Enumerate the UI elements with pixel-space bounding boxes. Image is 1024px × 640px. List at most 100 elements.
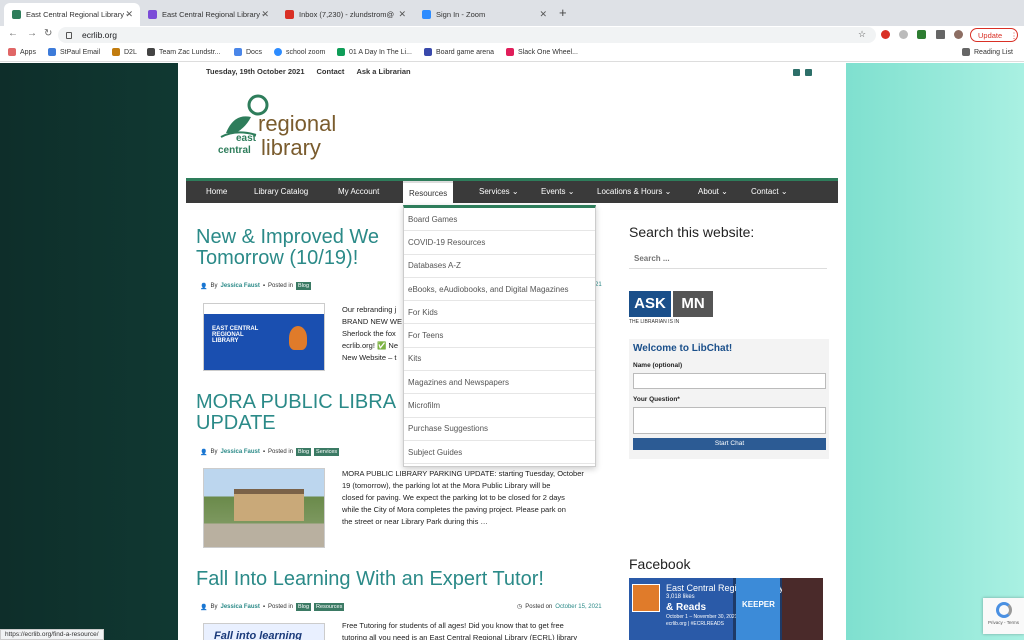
post-title-line: UPDATE [196, 412, 276, 434]
more-vert-icon: ⋮ [1010, 30, 1018, 40]
resources-dropdown-menu: Board Games COVID-19 Resources Databases… [403, 205, 596, 467]
tag-blog[interactable]: Blog [296, 448, 312, 456]
zoom-favicon-icon [422, 10, 431, 19]
reload-icon[interactable]: ↻ [44, 28, 52, 39]
post-thumbnail-3[interactable]: Fall into learning [203, 623, 325, 640]
menu-item-microfilm[interactable]: Microfilm [404, 394, 595, 418]
reading-list[interactable]: Reading List [962, 48, 1013, 56]
thumb-heading: EAST CENTRAL REGIONAL LIBRARY [212, 326, 259, 344]
close-tab-icon[interactable]: ✕ [539, 9, 547, 20]
extensions-puzzle-icon[interactable] [936, 30, 945, 39]
slack-icon [506, 48, 514, 56]
tab-gmail[interactable]: Inbox (7,230) - zlundstrom@ ✕ [277, 3, 413, 26]
post-date-partial[interactable]: 21 [595, 282, 602, 288]
nav-locations-hours[interactable]: Locations & Hours ⌄ [597, 187, 671, 196]
tag-resources[interactable]: Resources [314, 603, 345, 611]
menu-item-magazines[interactable]: Magazines and Newspapers [404, 371, 595, 395]
close-tab-icon[interactable]: ✕ [125, 9, 133, 20]
nav-events[interactable]: Events ⌄ [541, 187, 574, 196]
nav-resources[interactable]: Resources [403, 181, 454, 203]
post-title-line: Fall Into Learning With an Expert Tutor! [196, 568, 544, 590]
facebook-icon[interactable] [793, 69, 800, 76]
bookmark-star-icon[interactable]: ☆ [858, 29, 866, 40]
back-arrow-icon[interactable]: ← [8, 28, 18, 39]
outlook-icon [48, 48, 56, 56]
menu-item-databases[interactable]: Databases A-Z [404, 255, 595, 278]
nav-home[interactable]: Home [206, 187, 227, 196]
bookmark-d2l[interactable]: D2L [112, 48, 137, 56]
menu-item-covid-resources[interactable]: COVID-19 Resources [404, 231, 595, 255]
user-icon: 👤 [200, 283, 208, 290]
nav-locations-label: Locations & Hours [597, 187, 663, 196]
question-textarea[interactable] [633, 407, 826, 434]
post-author[interactable]: Jessica Faust [221, 449, 260, 455]
twitter-icon[interactable] [805, 69, 812, 76]
chevron-down-icon: ⌄ [721, 187, 728, 196]
post-date-3: ◷ Posted on October 15, 2021 [517, 603, 602, 611]
bookmark-docs[interactable]: Docs [234, 48, 262, 56]
menu-item-for-teens[interactable]: For Teens [404, 324, 595, 348]
extension-green-icon[interactable] [917, 30, 926, 39]
recaptcha-badge[interactable]: Privacy - Terms [983, 598, 1024, 634]
facebook-widget[interactable]: East Central Regional Library 3,018 like… [629, 578, 823, 640]
nav-contact[interactable]: Contact ⌄ [751, 187, 788, 196]
contact-link[interactable]: Contact [317, 67, 345, 76]
post-title-1[interactable]: New & Improved We Tomorrow (10/19)! [196, 227, 379, 269]
tab-ecrl-active[interactable]: East Central Regional Library - ✕ [4, 3, 140, 26]
bookmark-school-zoom[interactable]: school zoom [274, 48, 325, 56]
extension-grey-icon[interactable] [899, 30, 908, 39]
search-input[interactable] [629, 249, 827, 269]
forward-arrow-icon[interactable]: → [27, 28, 37, 39]
tag-blog[interactable]: Blog [296, 282, 312, 290]
bookmark-team-zac[interactable]: Team Zac Lundstr... [147, 48, 220, 56]
menu-item-subject-guides[interactable]: Subject Guides [404, 441, 595, 465]
post-author[interactable]: Jessica Faust [221, 283, 260, 289]
bookmark-day-in-life[interactable]: 01 A Day In The Li... [337, 48, 412, 56]
start-chat-button[interactable]: Start Chat [633, 438, 826, 450]
post-thumbnail-2[interactable] [203, 468, 325, 548]
bookmark-stpaul-email[interactable]: StPaul Email [48, 48, 100, 56]
ask-librarian-link[interactable]: Ask a Librarian [356, 67, 410, 76]
askmn-mn: MN [673, 291, 713, 317]
nav-about[interactable]: About ⌄ [698, 187, 728, 196]
nav-services[interactable]: Services ⌄ [479, 187, 519, 196]
tab-ecrl-2[interactable]: East Central Regional Library - ✕ [140, 3, 276, 26]
nav-library-catalog[interactable]: Library Catalog [254, 187, 308, 196]
excerpt-line: Sherlock the fox [342, 329, 396, 338]
post-title-2[interactable]: MORA PUBLIC LIBRA UPDATE [196, 392, 396, 434]
tag-blog[interactable]: Blog [296, 603, 312, 611]
menu-item-ebooks[interactable]: eBooks, eAudiobooks, and Digital Magazin… [404, 278, 595, 302]
menu-item-kits[interactable]: Kits [404, 348, 595, 372]
post-author[interactable]: Jessica Faust [221, 604, 260, 610]
post-meta-2: 👤 By Jessica Faust ▪ Posted in Blog Servic… [200, 448, 340, 456]
profile-avatar[interactable] [954, 30, 963, 39]
excerpt-line: Free Tutoring for students of all ages! … [342, 621, 564, 630]
new-tab-icon[interactable]: + [559, 5, 567, 20]
tag-services[interactable]: Services [314, 448, 340, 456]
askmn-logo[interactable]: ASK MN THE LIBRARIAN IS IN [629, 285, 713, 327]
logo-library: library [261, 135, 321, 160]
update-label: Update [978, 30, 1003, 40]
post-date[interactable]: October 15, 2021 [555, 604, 601, 610]
menu-item-for-kids[interactable]: For Kids [404, 301, 595, 325]
address-bar[interactable]: ecrlib.org [58, 27, 876, 43]
post-title-3[interactable]: Fall Into Learning With an Expert Tutor! [196, 569, 544, 590]
post-excerpt-3: Free Tutoring for students of all ages! … [342, 620, 577, 640]
bookmark-slack[interactable]: Slack One Wheel... [506, 48, 578, 56]
bookmark-board-game-arena[interactable]: Board game arena [424, 48, 494, 56]
recaptcha-text: Privacy - Terms [988, 620, 1019, 625]
site-logo[interactable]: regional east central library [216, 93, 366, 165]
post-thumbnail-1[interactable]: EAST CENTRAL REGIONAL LIBRARY [203, 303, 325, 371]
extension-adblock-icon[interactable] [881, 30, 890, 39]
nav-my-account[interactable]: My Account [338, 187, 379, 196]
name-input[interactable] [633, 373, 826, 389]
menu-item-purchase-suggestions[interactable]: Purchase Suggestions [404, 418, 595, 441]
menu-item-board-games[interactable]: Board Games [404, 208, 595, 232]
tab-zoom[interactable]: Sign In - Zoom ✕ [414, 3, 554, 26]
libchat-widget: Welcome to LibChat! Name (optional) Your… [629, 339, 829, 459]
chevron-down-icon: ⌄ [780, 187, 788, 196]
close-tab-icon[interactable]: ✕ [398, 9, 406, 20]
close-tab-icon[interactable]: ✕ [261, 9, 269, 20]
update-button[interactable]: Update ⋮ [970, 28, 1018, 42]
bookmark-apps[interactable]: Apps [8, 48, 36, 56]
